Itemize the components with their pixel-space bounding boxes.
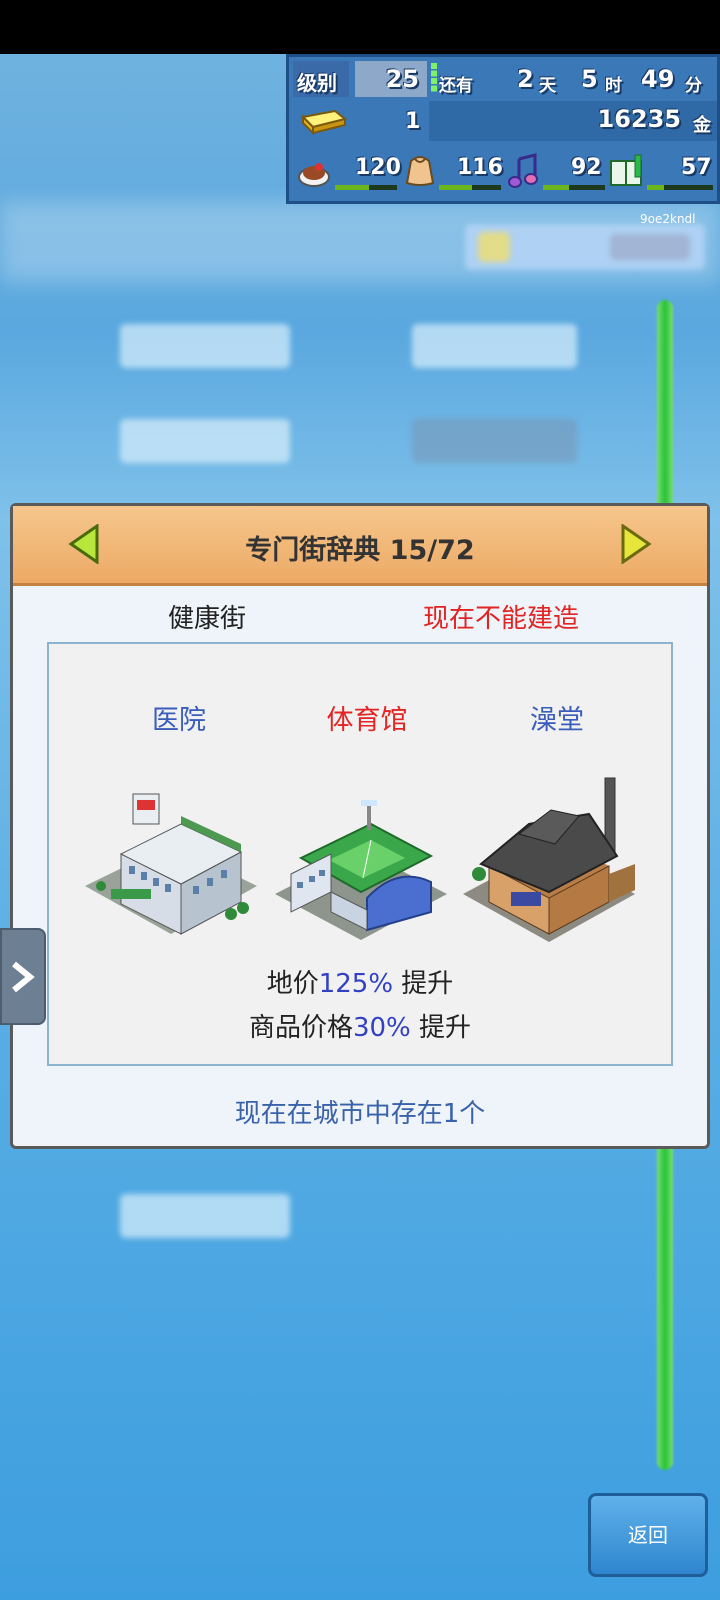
dialog-title: 专门街辞典 15/72 bbox=[245, 535, 475, 566]
stat-food-value: 120 bbox=[355, 155, 401, 180]
money-unit: 金 bbox=[693, 115, 711, 136]
stat-bag-bar bbox=[439, 185, 501, 190]
stat-food-bar bbox=[335, 185, 397, 190]
effect-land-price-value: 125% bbox=[318, 969, 394, 999]
effects: 地价125% 提升 商品价格30% 提升 bbox=[49, 962, 671, 1050]
user-tag: 9oe2kndl bbox=[640, 212, 696, 226]
gold-bar-value: 1 bbox=[405, 109, 421, 134]
district-detail-panel: 医院 体育馆 澡堂 地价125% 提升 商品价格30% 提升 bbox=[47, 642, 673, 1066]
days-value: 2 bbox=[517, 65, 534, 93]
effect-goods-price-value: 30% bbox=[352, 1013, 411, 1043]
stats-row: 120 116 92 57 bbox=[289, 147, 717, 201]
level-label-box: 级别 bbox=[293, 61, 349, 97]
district-name: 健康街 bbox=[168, 604, 247, 634]
status-bar bbox=[0, 0, 720, 54]
remaining-label: 还有 bbox=[439, 76, 473, 96]
chevron-right-icon bbox=[12, 961, 35, 993]
side-menu-tab[interactable] bbox=[0, 928, 46, 1025]
district-dictionary-dialog: 专门街辞典 15/72 健康街 现在不能建造 医院 体育馆 澡堂 地价125% … bbox=[10, 503, 710, 1149]
hospital-image bbox=[85, 793, 257, 935]
existing-count: 现在在城市中存在1个 bbox=[234, 1099, 486, 1129]
building-name-bathhouse: 澡堂 bbox=[530, 705, 584, 736]
minutes-value: 49 bbox=[641, 65, 675, 93]
level-value-box: 25 bbox=[355, 61, 427, 97]
dialog-header: 专门街辞典 15/72 bbox=[13, 506, 707, 586]
building-name-hospital: 医院 bbox=[152, 705, 206, 736]
bag-icon bbox=[405, 156, 435, 186]
gymnasium-image bbox=[275, 800, 447, 940]
stat-music-bar bbox=[543, 185, 605, 190]
minutes-unit: 分 bbox=[685, 76, 702, 96]
build-status: 现在不能建造 bbox=[423, 604, 580, 634]
gold-bar-count: 1 bbox=[293, 101, 429, 141]
effect-goods-price: 商品价格30% 提升 bbox=[248, 1013, 472, 1043]
money-value: 16235 bbox=[597, 105, 682, 133]
money: 16235 金 bbox=[429, 101, 717, 141]
level-progress-icon bbox=[431, 63, 437, 93]
effect-land-price: 地价125% 提升 bbox=[266, 969, 454, 999]
hours-unit: 时 bbox=[605, 76, 622, 96]
stat-book-value: 57 bbox=[681, 155, 712, 180]
book-icon bbox=[610, 154, 642, 186]
status-hud: 级别 25 还有 2 天 5 时 49 分 1 16235 金 120 116 … bbox=[286, 54, 720, 204]
food-icon bbox=[298, 163, 330, 187]
level-value: 25 bbox=[385, 65, 419, 93]
gold-bar-icon bbox=[300, 109, 347, 136]
stat-book-bar bbox=[647, 185, 713, 190]
bathhouse-image bbox=[463, 777, 635, 942]
next-arrow-icon[interactable] bbox=[619, 524, 653, 564]
level-label: 级别 bbox=[297, 71, 337, 95]
hours-value: 5 bbox=[581, 65, 598, 93]
days-unit: 天 bbox=[539, 76, 556, 96]
stat-music-value: 92 bbox=[571, 155, 602, 180]
back-button[interactable]: 返回 bbox=[588, 1493, 708, 1577]
building-name-gymnasium: 体育馆 bbox=[326, 705, 408, 736]
time-remaining: 还有 2 天 5 时 49 分 bbox=[429, 61, 717, 97]
stat-bag-value: 116 bbox=[457, 155, 503, 180]
music-icon bbox=[508, 153, 538, 188]
